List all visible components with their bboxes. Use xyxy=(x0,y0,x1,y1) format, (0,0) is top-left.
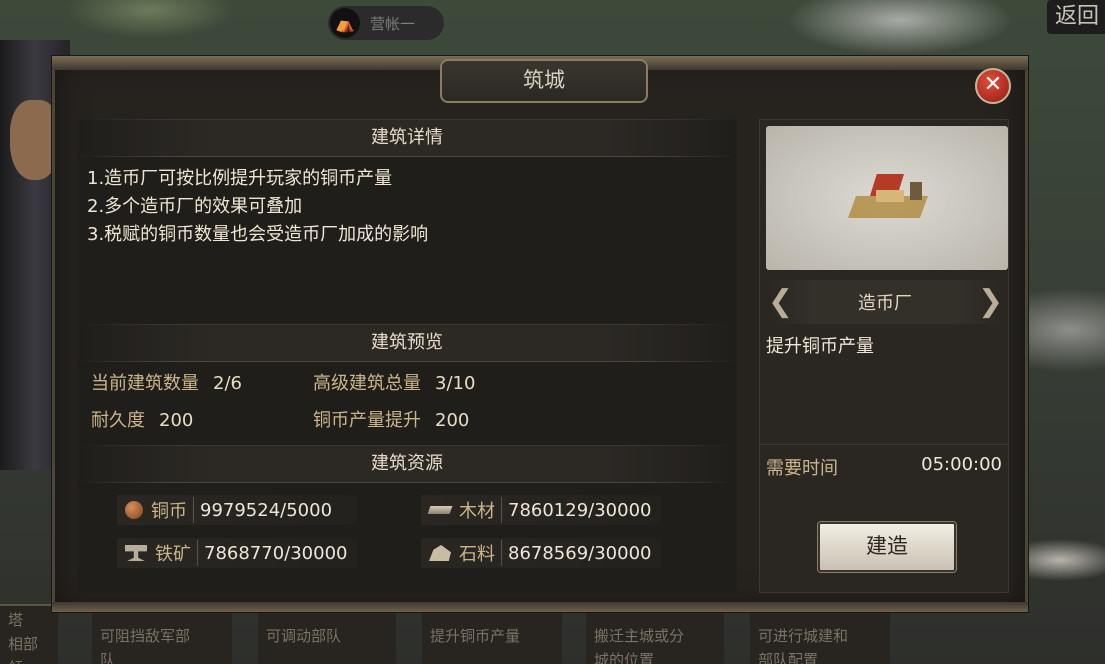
building-name: 造币厂 xyxy=(858,293,912,314)
card-line: 可调动部队 xyxy=(266,627,342,645)
mint-building-icon xyxy=(847,168,929,220)
coin-boost-stat: 铜币产量提升 200 xyxy=(313,406,469,432)
resource-label: 石料 xyxy=(459,540,502,566)
preview-heading: 建筑预览 xyxy=(77,324,737,362)
details-item: 3.税赋的铜币数量也会受造币厂加成的影响 xyxy=(87,224,429,245)
bottom-building-cards: 塔 相部领 可阻挡敌军部 队 可调动部队 提升铜币产量 搬迁主城或分 城的位置 … xyxy=(0,604,1105,664)
building-panel: ❮ 造币厂 ❯ 提升铜币产量 需要时间 05:00:00 建造 xyxy=(759,119,1009,593)
time-label: 需要时间 xyxy=(766,458,838,479)
resource-label: 木材 xyxy=(459,497,502,523)
chevron-left-icon[interactable]: ❮ xyxy=(768,284,793,320)
resource-value: 7868770/30000 xyxy=(204,542,348,564)
chevron-right-icon[interactable]: ❯ xyxy=(978,284,1003,320)
resource-value: 8678569/30000 xyxy=(508,542,652,564)
details-item: 1.造币厂可按比例提升玩家的铜币产量 xyxy=(87,168,393,189)
current-count-stat: 当前建筑数量 2/6 xyxy=(91,369,242,395)
coin-resource: 铜币 9979524/5000 xyxy=(117,495,357,525)
build-dialog: 筑城 ✕ 建筑详情 1.造币厂可按比例提升玩家的铜币产量 2.多个造币厂的效果可… xyxy=(52,56,1028,612)
time-value: 05:00:00 xyxy=(921,454,1002,475)
card-line: 相部领 xyxy=(8,635,39,664)
stat-value: 3/10 xyxy=(435,373,476,394)
building-selector: ❮ 造币厂 ❯ xyxy=(768,280,1003,324)
camp-tag[interactable]: ⛺ 营帐一 xyxy=(328,6,444,40)
close-icon[interactable]: ✕ xyxy=(975,68,1011,104)
iron-icon xyxy=(125,545,147,561)
building-card[interactable]: 可调动部队 xyxy=(258,604,396,664)
card-line: 提升铜币产量 xyxy=(430,627,521,645)
stat-label: 铜币产量提升 xyxy=(313,410,421,431)
resource-value: 7860129/30000 xyxy=(508,499,652,521)
card-line: 塔 xyxy=(8,611,24,629)
stat-label: 耐久度 xyxy=(91,410,145,431)
building-card[interactable]: 可阻挡敌军部 队 xyxy=(92,604,232,664)
dialog-title: 筑城 xyxy=(440,59,648,103)
divider xyxy=(760,444,1008,445)
details-heading: 建筑详情 xyxy=(77,119,737,157)
card-line: 可阻挡敌军部 xyxy=(100,627,191,645)
resources-heading: 建筑资源 xyxy=(77,445,737,483)
building-card[interactable]: 提升铜币产量 xyxy=(422,604,562,664)
resource-label: 铜币 xyxy=(151,497,194,523)
stone-resource: 石料 8678569/30000 xyxy=(421,538,661,568)
coin-icon xyxy=(125,501,143,519)
durability-stat: 耐久度 200 xyxy=(91,406,193,432)
camp-tag-label: 营帐一 xyxy=(370,14,416,33)
wood-icon xyxy=(427,506,453,514)
building-description: 提升铜币产量 xyxy=(766,336,874,357)
building-card[interactable]: 可进行城建和 部队配置 xyxy=(750,604,890,664)
camp-icon: ⛺ xyxy=(330,8,360,38)
senior-total-stat: 高级建筑总量 3/10 xyxy=(313,369,475,395)
stat-value: 200 xyxy=(435,410,470,431)
build-time: 需要时间 05:00:00 xyxy=(766,454,1002,480)
card-line: 可进行城建和 xyxy=(758,627,849,645)
building-preview-image xyxy=(766,126,1008,270)
card-line: 搬迁主城或分 xyxy=(594,627,685,645)
iron-resource: 铁矿 7868770/30000 xyxy=(117,538,357,568)
build-button[interactable]: 建造 xyxy=(818,522,956,572)
card-line: 城的位置 xyxy=(594,651,655,664)
resource-value: 9979524/5000 xyxy=(200,499,333,521)
stat-value: 200 xyxy=(159,410,194,431)
stone-icon xyxy=(429,545,451,561)
back-button[interactable]: 返回 xyxy=(1047,0,1105,34)
building-card[interactable]: 搬迁主城或分 城的位置 xyxy=(586,604,724,664)
details-list: 1.造币厂可按比例提升玩家的铜币产量 2.多个造币厂的效果可叠加 3.税赋的铜币… xyxy=(87,165,428,249)
stat-value: 2/6 xyxy=(213,373,242,394)
card-line: 队 xyxy=(100,651,116,664)
wood-resource: 木材 7860129/30000 xyxy=(421,495,661,525)
stat-label: 当前建筑数量 xyxy=(91,373,199,394)
card-line: 部队配置 xyxy=(758,651,819,664)
details-item: 2.多个造币厂的效果可叠加 xyxy=(87,196,303,217)
details-panel: 建筑详情 1.造币厂可按比例提升玩家的铜币产量 2.多个造币厂的效果可叠加 3.… xyxy=(77,119,737,593)
resource-label: 铁矿 xyxy=(155,540,198,566)
stat-label: 高级建筑总量 xyxy=(313,373,421,394)
building-card[interactable]: 塔 相部领 xyxy=(0,604,58,664)
